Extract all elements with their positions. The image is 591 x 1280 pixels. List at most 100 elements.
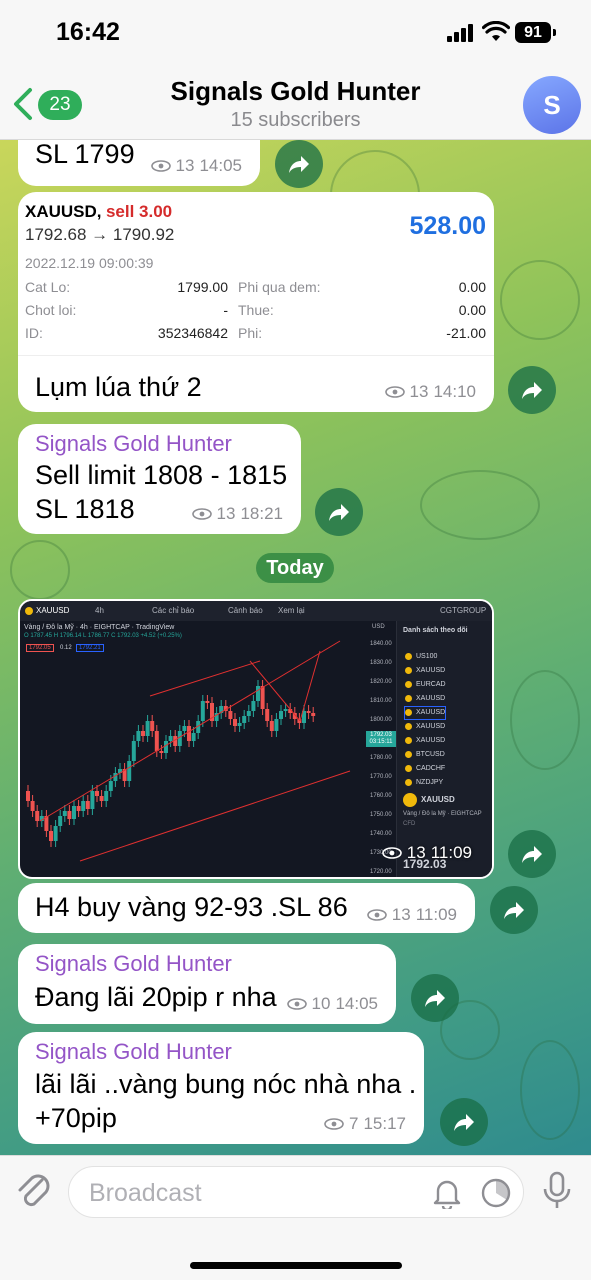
channel-title[interactable]: Signals Gold Hunter — [0, 76, 591, 107]
watchlist-item[interactable]: XAUUSD — [405, 693, 445, 705]
message-text: H4 buy vàng 92-93 .SL 86 — [35, 892, 348, 922]
candle-body — [237, 723, 242, 726]
candle-body — [145, 721, 150, 736]
forward-arrow-icon — [522, 846, 542, 863]
chart-timeframe: 4h — [95, 606, 104, 615]
microphone-icon[interactable] — [540, 1170, 574, 1214]
gold-coin-icon — [403, 793, 417, 807]
detail-symbol: XAUUSD — [421, 795, 455, 804]
trade-field-label: Cat Lo: — [25, 279, 71, 295]
message-meta: 10 14:05 — [286, 994, 378, 1014]
trade-datetime: 2022.12.19 09:00:39 — [25, 255, 154, 271]
candle-body — [269, 721, 274, 731]
watchlist-item[interactable]: US100 — [405, 651, 437, 663]
views-eye-icon — [384, 386, 405, 398]
price-tick: 1830.00 — [370, 660, 392, 666]
candle-body — [127, 761, 132, 781]
candle-body — [168, 736, 173, 741]
chart-broker: CGTGROUP — [440, 606, 487, 615]
watchlist-item[interactable]: XAUUSD — [405, 735, 445, 747]
message-bubble[interactable]: Signals Gold Hunter lãi lãi ..vàng bung … — [18, 1032, 424, 1144]
message-meta: 13 14:05 — [150, 156, 242, 176]
message-bubble[interactable]: H4 buy vàng 92-93 .SL 86 13 11:09 — [18, 883, 475, 933]
candle-body — [205, 701, 210, 703]
message-time: 18:21 — [240, 504, 283, 523]
watchlist-item[interactable]: XAUUSD — [403, 706, 447, 720]
message-meta: 13 11:09 — [381, 843, 472, 863]
chart-alert: Cảnh báo — [228, 606, 263, 615]
watchlist-item[interactable]: XAUUSD — [405, 721, 445, 733]
trade-field-label: ID: — [25, 325, 43, 341]
trade-field-label: Thue: — [238, 302, 274, 318]
forward-button[interactable] — [508, 830, 556, 878]
message-time: 15:17 — [363, 1114, 406, 1133]
view-count: 13 — [406, 843, 426, 862]
watchlist-title: Danh sách theo dõi — [403, 627, 468, 634]
sender-name: Signals Gold Hunter — [35, 1039, 232, 1064]
message-meta: 13 18:21 — [191, 504, 283, 524]
date-separator: Today — [256, 553, 334, 583]
bell-icon[interactable] — [432, 1177, 462, 1209]
views-eye-icon — [150, 160, 171, 172]
candle-body — [256, 686, 260, 701]
candle-body — [154, 731, 159, 751]
wallpaper-doodle — [510, 670, 580, 770]
message-bubble[interactable]: SL 1799 13 14:05 — [18, 140, 260, 186]
watchlist-item[interactable]: EURCAD — [405, 679, 446, 691]
candle-body — [62, 811, 67, 816]
views-eye-icon — [324, 1118, 344, 1130]
forward-arrow-icon — [425, 990, 445, 1007]
sender-name: Signals Gold Hunter — [35, 431, 232, 456]
message-bubble[interactable]: Signals Gold Hunter Sell limit 1808 - 18… — [18, 424, 301, 534]
forward-button[interactable] — [275, 140, 323, 188]
message-text: Sell limit 1808 - 1815 — [35, 460, 288, 490]
chart-image[interactable]: XAUUSD 4h Các chỉ báo Cảnh báo Xem lại C… — [18, 599, 494, 879]
price-tick: 1770.00 — [370, 774, 392, 780]
candle-body — [136, 731, 141, 741]
candle-body — [67, 811, 72, 819]
chat-area[interactable]: SL 1799 13 14:05 XAUUSD, sell 3.00 1792.… — [0, 140, 591, 1155]
clock: 16:42 — [56, 18, 120, 46]
forward-button[interactable] — [315, 488, 363, 536]
watchlist-item[interactable]: CADCHF — [405, 763, 445, 775]
forward-button[interactable] — [508, 366, 556, 414]
watchlist-panel[interactable]: Danh sách theo dõi US100 XAUUSD EURCAD XAUU… — [396, 621, 492, 877]
forward-button[interactable] — [411, 974, 459, 1022]
trade-price-move: 1792.68 → 1790.92 — [25, 225, 175, 244]
sender-name: Signals Gold Hunter — [35, 951, 232, 976]
input-placeholder: Broadcast — [89, 1179, 202, 1207]
view-count: 7 — [348, 1114, 359, 1133]
forward-button[interactable] — [490, 886, 538, 934]
timer-icon[interactable] — [479, 1176, 513, 1210]
message-meta: 7 15:17 — [324, 1114, 406, 1134]
candle-body — [274, 719, 279, 731]
message-meta: 13 14:10 — [384, 382, 476, 402]
candle-body — [187, 726, 191, 741]
message-time: 11:09 — [430, 843, 472, 862]
forward-button[interactable] — [440, 1098, 488, 1146]
price-tick: 1780.00 — [370, 755, 392, 761]
forward-arrow-icon — [454, 1114, 474, 1131]
views-eye-icon — [366, 909, 387, 921]
candle-countdown: 03:15:11 — [369, 739, 393, 745]
trade-field-value: 0.00 — [458, 279, 486, 295]
views-eye-icon — [286, 998, 307, 1010]
message-bubble[interactable]: Signals Gold Hunter Đang lãi 20pip r nha… — [18, 944, 396, 1024]
watchlist-item[interactable]: BTCUSD — [405, 749, 445, 761]
candle-body — [233, 719, 237, 726]
message-meta: 13 11:09 — [366, 905, 457, 925]
detail-type: CFD — [403, 821, 416, 827]
view-count: 13 — [391, 905, 411, 924]
broadcast-input[interactable]: Broadcast — [68, 1166, 524, 1218]
price-tick: 1820.00 — [370, 679, 392, 685]
candle-body — [265, 709, 270, 721]
views-eye-icon — [191, 508, 212, 520]
attach-paperclip-icon[interactable] — [14, 1170, 54, 1214]
channel-avatar[interactable]: S — [523, 76, 581, 134]
candle-body — [81, 801, 86, 811]
candle-body — [26, 791, 30, 801]
message-text: Lụm lúa thứ 2 — [35, 372, 202, 402]
message-bubble[interactable]: XAUUSD, sell 3.00 1792.68 → 1790.92 528.… — [18, 192, 494, 412]
watchlist-item[interactable]: NZDJPY — [405, 777, 443, 789]
watchlist-item[interactable]: XAUUSD — [405, 665, 445, 677]
